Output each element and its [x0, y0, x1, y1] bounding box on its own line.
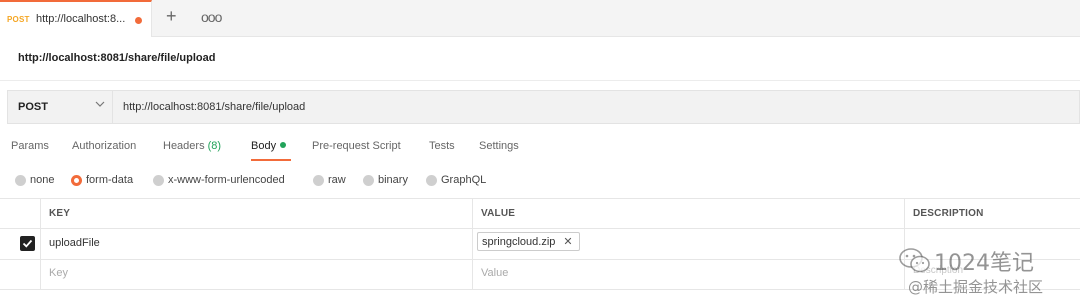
radio-selected-icon — [71, 174, 82, 186]
tab-authorization[interactable]: Authorization — [72, 140, 136, 152]
checkmark-icon — [22, 239, 33, 248]
radio-circle-icon — [313, 174, 324, 186]
table-column-divider — [40, 198, 41, 290]
ellipsis-icon[interactable]: ooo — [201, 9, 222, 25]
tab-tests[interactable]: Tests — [429, 140, 455, 152]
body-mode-radios: none form-data x-www-form-urlencoded raw… — [0, 170, 1080, 190]
tab-params[interactable]: Params — [11, 140, 49, 152]
unsaved-dot-icon — [135, 17, 142, 24]
column-header-description: DESCRIPTION — [913, 208, 984, 219]
radio-raw[interactable]: raw — [313, 174, 346, 186]
new-value-input[interactable]: Value — [481, 267, 508, 279]
method-select[interactable]: POST — [8, 91, 113, 123]
radio-binary[interactable]: binary — [363, 174, 408, 186]
tab-bar: POST http://localhost:8... + ooo — [0, 0, 1080, 37]
radio-form-data[interactable]: form-data — [71, 174, 133, 186]
divider — [0, 80, 1080, 81]
radio-label: none — [30, 174, 55, 186]
tab-settings[interactable]: Settings — [479, 140, 519, 152]
close-icon[interactable]: ✕ — [563, 235, 572, 248]
url-input[interactable] — [123, 91, 1023, 123]
watermark: 1024笔记 @稀土掘金技术社区 — [890, 243, 1080, 307]
request-name[interactable]: http://localhost:8081/share/file/upload — [18, 52, 215, 64]
row-key[interactable]: uploadFile — [49, 237, 100, 249]
radio-circle-icon — [15, 174, 26, 186]
file-name: springcloud.zip — [482, 235, 556, 248]
tab-method-label: POST — [7, 15, 30, 24]
file-chip[interactable]: springcloud.zip ✕ — [477, 232, 580, 251]
watermark-subtitle: @稀土掘金技术社区 — [908, 278, 1044, 296]
radio-urlencoded[interactable]: x-www-form-urlencoded — [153, 174, 285, 186]
radio-label: form-data — [86, 174, 134, 186]
radio-label: binary — [378, 174, 408, 186]
new-key-input[interactable]: Key — [49, 267, 68, 279]
watermark-title: 1024笔记 — [934, 251, 1034, 276]
radio-label: raw — [328, 174, 346, 186]
request-subtabs: Params Authorization Headers (8) Body Pr… — [0, 132, 1080, 162]
body-active-dot-icon — [280, 142, 287, 149]
tab-title: http://localhost:8... — [36, 13, 126, 25]
tab-body[interactable]: Body — [251, 140, 287, 152]
column-header-value: VALUE — [481, 208, 516, 219]
table-column-divider — [472, 198, 473, 290]
column-header-key: KEY — [49, 208, 71, 219]
radio-circle-icon — [363, 174, 374, 186]
tab-prerequest[interactable]: Pre-request Script — [312, 140, 401, 152]
plus-icon[interactable]: + — [166, 7, 177, 25]
tab-headers-label: Headers — [163, 140, 205, 152]
radio-label: GraphQL — [441, 174, 487, 186]
tab-body-label: Body — [251, 140, 277, 152]
method-label: POST — [18, 101, 48, 113]
row-enabled-checkbox[interactable] — [20, 236, 35, 251]
radio-circle-icon — [426, 174, 437, 186]
radio-none[interactable]: none — [15, 174, 54, 186]
radio-graphql[interactable]: GraphQL — [426, 174, 486, 186]
active-tab-underline — [251, 159, 291, 161]
table-border — [0, 228, 1080, 229]
request-tab[interactable]: POST http://localhost:8... — [0, 0, 152, 37]
url-bar: POST — [7, 90, 1080, 124]
headers-count: (8) — [207, 140, 222, 152]
tab-headers[interactable]: Headers (8) — [163, 140, 221, 152]
chevron-down-icon — [95, 99, 105, 112]
table-border — [0, 198, 1080, 199]
radio-circle-icon — [153, 174, 164, 186]
radio-label: x-www-form-urlencoded — [168, 174, 285, 186]
